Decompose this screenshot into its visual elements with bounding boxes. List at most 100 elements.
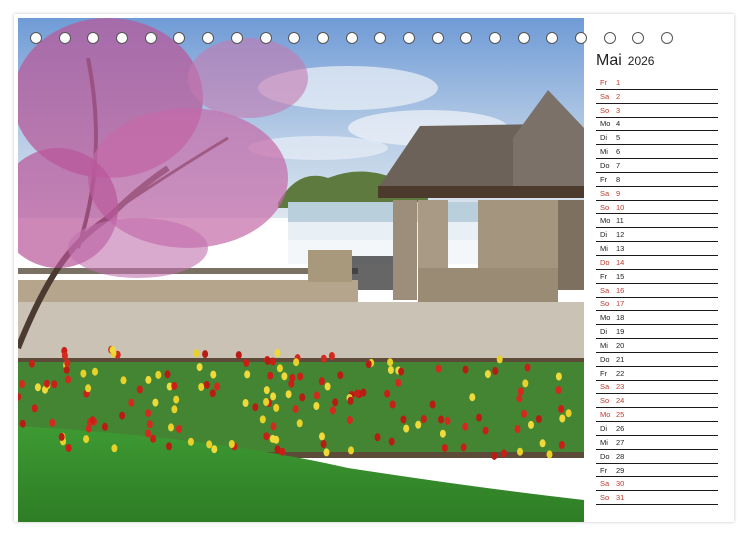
tulip-flower xyxy=(347,396,354,405)
day-number: 16 xyxy=(616,285,625,295)
binding-ring xyxy=(30,32,42,44)
day-number: 27 xyxy=(616,437,625,447)
tulip-flower xyxy=(558,441,565,449)
tulip-flower xyxy=(462,422,469,431)
tulip-flower xyxy=(439,429,446,438)
tulip-flower xyxy=(43,379,50,388)
calendar-panel: Mai 2026 Fr 1 Sa 2 So 3 Mo 4 Di 5 Mi 6 Do 7 Fr 8 Sa 9 So 10… xyxy=(596,52,718,506)
binding-ring xyxy=(259,32,272,44)
day-row: So 10 xyxy=(596,201,718,215)
tulip-flower xyxy=(171,382,178,390)
tulip-flower xyxy=(270,422,277,431)
binding-ring xyxy=(374,32,387,44)
tulip-flower xyxy=(476,413,482,422)
tulip-flower xyxy=(354,389,361,398)
day-number: 5 xyxy=(616,133,621,143)
day-row: Sa 23 xyxy=(596,381,718,395)
day-number: 25 xyxy=(616,410,625,420)
tulip-flower xyxy=(292,405,299,413)
tulip-flower xyxy=(555,372,562,381)
day-row: Mo 18 xyxy=(596,311,718,326)
tulip-flower xyxy=(374,433,381,442)
tulip-flower xyxy=(324,382,331,391)
tulip-flower xyxy=(19,380,25,388)
day-row: Do 14 xyxy=(596,256,718,270)
tulip-flower xyxy=(329,406,336,415)
binding-ring xyxy=(173,32,186,44)
tulip-flower xyxy=(228,440,235,448)
tulip-flower xyxy=(555,386,562,394)
day-row: Mi 6 xyxy=(596,145,718,160)
tulip-flower xyxy=(348,446,354,455)
tulip-flower xyxy=(61,351,68,360)
tulip-flower xyxy=(522,379,529,388)
day-row: Di 5 xyxy=(596,131,718,146)
tulip-flower xyxy=(168,423,174,432)
tulip-flower xyxy=(320,354,327,363)
tulip-flower xyxy=(565,409,572,418)
tulip-flower xyxy=(297,372,304,381)
binding-ring xyxy=(230,32,243,44)
weekday-label: Sa xyxy=(600,91,610,101)
tulip-flower xyxy=(319,432,325,441)
weekday-label: Fr xyxy=(600,271,608,281)
tulip-flower xyxy=(514,425,521,433)
tulip-flower xyxy=(49,418,56,427)
day-row: Fr 29 xyxy=(596,464,718,478)
tulip-flower xyxy=(293,358,300,367)
weekday-label: Fr xyxy=(600,465,608,475)
tulip-flower xyxy=(34,383,41,392)
day-row: So 31 xyxy=(596,491,718,506)
day-number: 8 xyxy=(616,174,621,184)
binding-ring xyxy=(116,32,129,44)
tulip-flower xyxy=(263,398,270,406)
tulip-flower xyxy=(214,382,221,391)
tulip-flower xyxy=(281,372,288,381)
day-number: 18 xyxy=(616,313,625,323)
tulip-flower xyxy=(263,386,270,395)
day-row: So 24 xyxy=(596,394,718,409)
binding-ring xyxy=(517,32,530,44)
tulip-flower xyxy=(429,400,436,409)
day-row: Fr 15 xyxy=(596,270,718,284)
tulip-flower xyxy=(152,398,159,407)
tulip-flower xyxy=(313,402,320,410)
tulip-flower xyxy=(420,415,427,424)
tulip-flower xyxy=(80,369,87,378)
weekday-label: So xyxy=(600,396,610,406)
day-number: 23 xyxy=(616,382,625,392)
tulip-flower xyxy=(528,420,534,429)
binding-rings xyxy=(30,32,720,48)
weekday-label: Sa xyxy=(600,188,610,198)
tulip-flower xyxy=(173,395,180,404)
tulip-flower xyxy=(296,419,303,428)
day-row: Fr 22 xyxy=(596,367,718,381)
day-number: 19 xyxy=(616,327,625,337)
weekday-label: Di xyxy=(600,424,608,434)
tulip-flower xyxy=(415,420,422,429)
tulip-flower xyxy=(387,366,394,374)
day-number: 12 xyxy=(616,230,625,240)
tulip-flower xyxy=(146,420,153,429)
tulip-flower xyxy=(500,449,507,458)
tulip-flower xyxy=(242,399,249,407)
tulip-flower xyxy=(166,442,172,451)
day-row: Mi 27 xyxy=(596,436,718,450)
binding-ring xyxy=(144,32,157,44)
weekday-label: Di xyxy=(600,230,608,240)
day-number: 15 xyxy=(616,271,625,281)
tulip-flower xyxy=(31,404,38,413)
weekday-label: Fr xyxy=(600,77,608,87)
tulip-flower xyxy=(558,405,565,413)
day-number: 21 xyxy=(616,354,625,364)
tulip-flower xyxy=(328,352,335,360)
tulip-flower xyxy=(85,384,92,393)
weekday-label: Do xyxy=(600,451,610,461)
tulip-flower xyxy=(318,377,325,386)
day-row: Do 28 xyxy=(596,450,718,464)
tulip-flower xyxy=(384,389,391,398)
day-row: Mi 13 xyxy=(596,242,718,256)
day-number: 13 xyxy=(616,244,625,254)
day-number: 2 xyxy=(616,91,621,101)
tulip-flower xyxy=(365,360,372,369)
